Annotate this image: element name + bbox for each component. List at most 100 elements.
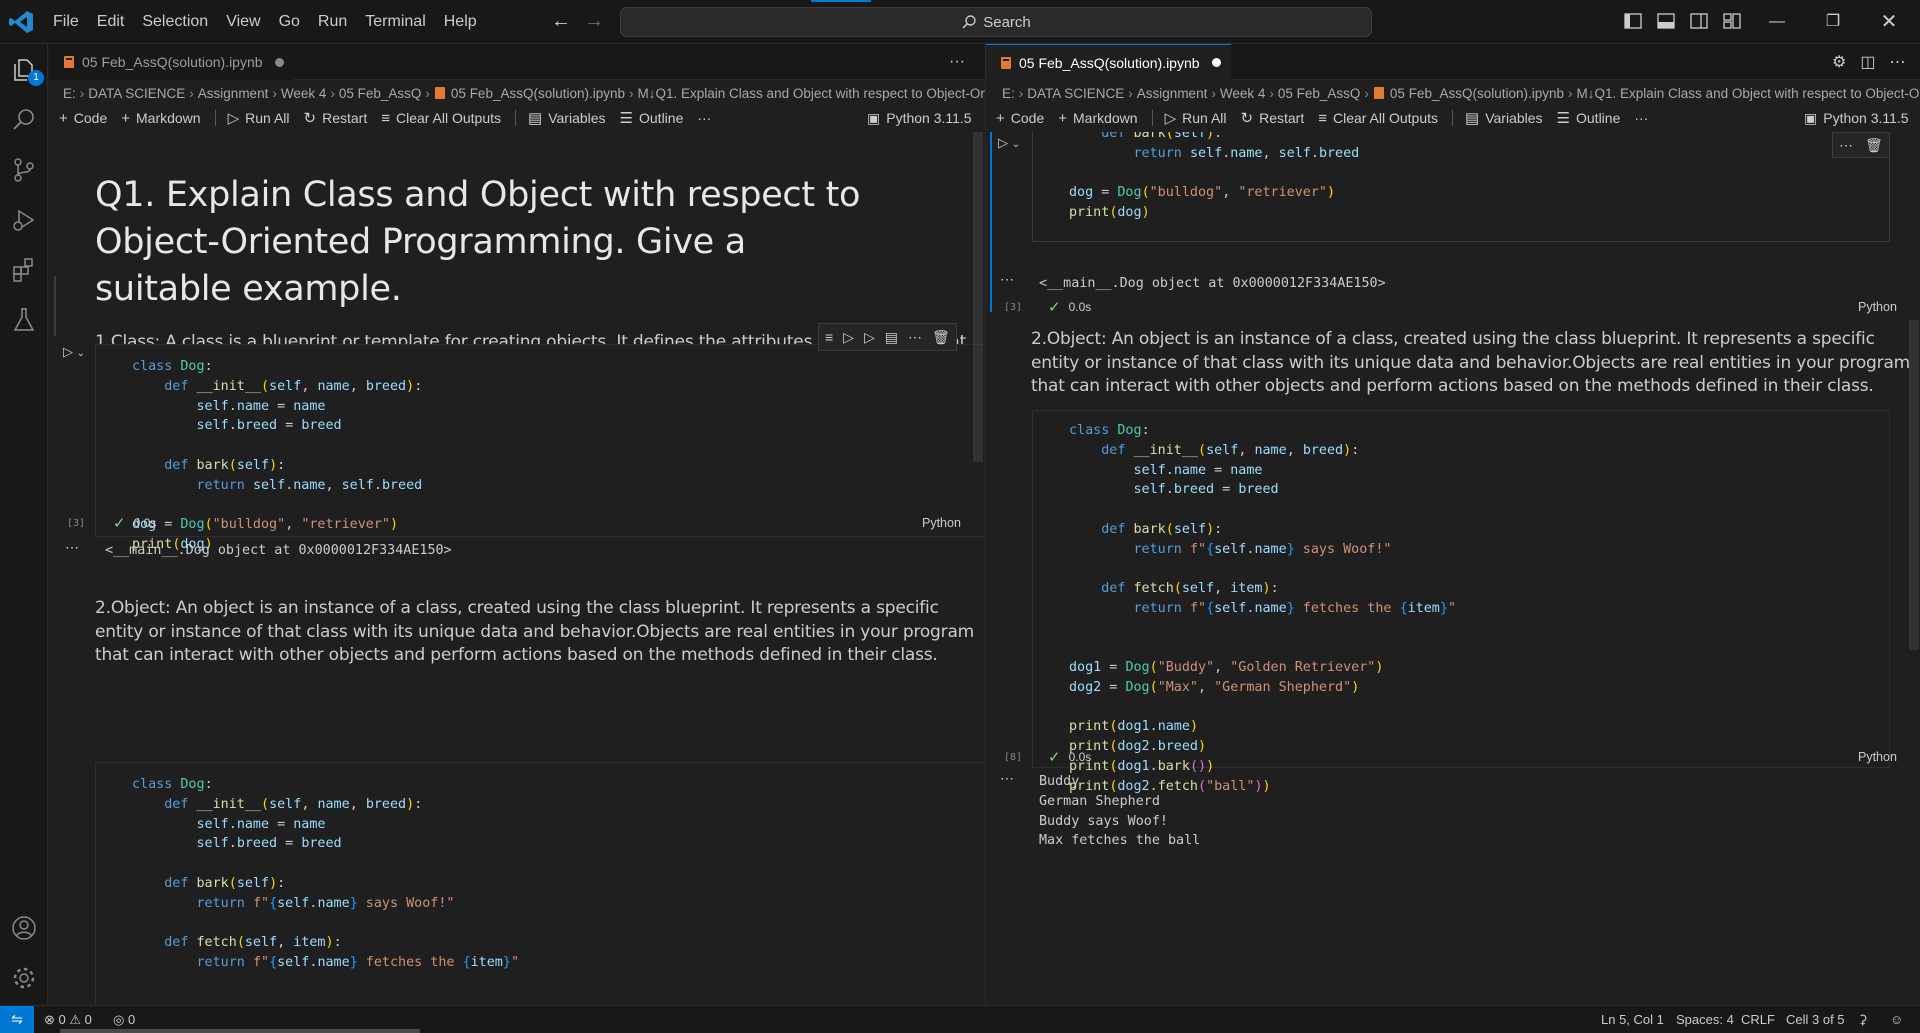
tab-notebook[interactable]: 05 Feb_AssQ(solution).ipynb bbox=[986, 44, 1231, 80]
menu-file[interactable]: File bbox=[44, 0, 88, 44]
breadcrumb-item[interactable]: 05 Feb_AssQ bbox=[339, 86, 422, 101]
breadcrumb-item[interactable]: DATA SCIENCE bbox=[1027, 86, 1124, 101]
kernel-picker[interactable]: ▣ Python 3.11.5 bbox=[867, 106, 972, 130]
delete-cell-icon[interactable]: 🗑 bbox=[1865, 137, 1883, 154]
toggle-primary-sidebar-icon[interactable] bbox=[1623, 11, 1643, 31]
remote-indicator-icon[interactable]: ⇋ bbox=[0, 1006, 34, 1033]
menu-terminal[interactable]: Terminal bbox=[356, 0, 434, 44]
toggle-panel-icon[interactable] bbox=[1656, 11, 1676, 31]
indentation[interactable]: Spaces: 4 bbox=[1676, 1006, 1734, 1033]
cell-indicator[interactable]: Cell 3 of 5 bbox=[1786, 1006, 1845, 1033]
breadcrumb-item[interactable]: Week 4 bbox=[1220, 86, 1266, 101]
testing-flask-icon[interactable] bbox=[10, 306, 38, 334]
cell-more-icon[interactable]: ⋯ bbox=[908, 329, 922, 346]
restart-button[interactable]: ↻ Restart bbox=[304, 109, 368, 127]
clear-all-outputs-button[interactable]: ≡ Clear All Outputs bbox=[381, 110, 501, 127]
unsaved-dot-icon[interactable] bbox=[1211, 58, 1221, 67]
breadcrumb-item[interactable]: 05 Feb_AssQ bbox=[1278, 86, 1361, 101]
accounts-icon[interactable] bbox=[10, 914, 38, 942]
run-cell-button[interactable]: ▷ ⌄ bbox=[998, 135, 1028, 155]
output-more-icon[interactable]: ⋯ bbox=[1000, 770, 1014, 787]
breadcrumb-item[interactable]: E: bbox=[1002, 86, 1015, 101]
toggle-secondary-sidebar-icon[interactable] bbox=[1689, 11, 1709, 31]
breadcrumb-item[interactable]: Week 4 bbox=[281, 86, 327, 101]
output-more-icon[interactable]: ⋯ bbox=[1000, 271, 1014, 288]
execute-above-icon[interactable]: ▷ bbox=[843, 329, 854, 346]
add-code-button[interactable]: + Code bbox=[59, 110, 107, 127]
breadcrumb-item[interactable]: E: bbox=[63, 86, 76, 101]
add-markdown-button[interactable]: + Markdown bbox=[1058, 110, 1137, 127]
split-editor-icon[interactable]: ◫ bbox=[1860, 52, 1875, 72]
output-more-icon[interactable]: ⋯ bbox=[65, 539, 79, 556]
run-debug-icon[interactable] bbox=[10, 206, 38, 234]
cursor-position[interactable]: Ln 5, Col 1 bbox=[1601, 1006, 1664, 1033]
code-cell[interactable]: class Dog: def __init__(self, name, bree… bbox=[95, 762, 985, 1005]
run-cell-button[interactable]: ▷ ⌄ bbox=[63, 344, 93, 364]
menu-go[interactable]: Go bbox=[270, 0, 309, 44]
copilot-icon[interactable]: ☺ bbox=[1890, 1006, 1903, 1033]
customize-layout-icon[interactable] bbox=[1722, 11, 1742, 31]
code-cell[interactable]: class Dog: def __init__(self, name, bree… bbox=[1032, 410, 1890, 794]
more-actions-icon[interactable]: ··· bbox=[949, 44, 965, 80]
breadcrumb-item[interactable]: 05 Feb_AssQ(solution).ipynb bbox=[1390, 86, 1564, 101]
code-editor[interactable]: class Dog: def __init__(self, name, bree… bbox=[132, 357, 422, 555]
variables-button[interactable]: ▤ Variables bbox=[528, 109, 606, 127]
menu-help[interactable]: Help bbox=[435, 0, 486, 44]
command-center-search[interactable]: Search bbox=[620, 7, 1372, 37]
cell-language[interactable]: Python bbox=[1858, 300, 1897, 314]
unsaved-dot-icon[interactable] bbox=[274, 57, 284, 67]
notifications-bell-icon[interactable]: ⚳ bbox=[1858, 1006, 1868, 1033]
settings-gear-icon[interactable] bbox=[10, 964, 38, 992]
execute-below-icon[interactable]: ▷ bbox=[864, 329, 875, 346]
forward-arrow-icon[interactable]: → bbox=[583, 10, 605, 32]
kernel-picker[interactable]: ▣ Python 3.11.5 bbox=[1804, 106, 1909, 130]
breadcrumb-item[interactable]: M↓Q1. Explain Class and Object with resp… bbox=[638, 86, 985, 101]
code-editor[interactable]: class Dog: def __init__(self, name, bree… bbox=[1069, 421, 1456, 796]
outline-button[interactable]: ☰ Outline bbox=[620, 109, 684, 127]
menu-selection[interactable]: Selection bbox=[133, 0, 217, 44]
breadcrumb-item[interactable]: DATA SCIENCE bbox=[88, 86, 185, 101]
minimize-button[interactable]: — bbox=[1754, 6, 1800, 38]
vertical-scrollbar[interactable] bbox=[1909, 320, 1919, 650]
chevron-right-icon: › bbox=[1568, 85, 1573, 101]
horizontal-scrollbar[interactable] bbox=[60, 1029, 420, 1033]
toolbar-more-button[interactable]: ··· bbox=[697, 110, 711, 126]
close-window-button[interactable]: ✕ bbox=[1866, 6, 1912, 38]
split-cell-icon[interactable]: ▤ bbox=[885, 329, 898, 346]
run-by-line-icon[interactable]: ≡ bbox=[825, 329, 833, 345]
outline-button[interactable]: ☰ Outline bbox=[1557, 109, 1621, 127]
more-actions-icon[interactable]: ⋯ bbox=[1889, 52, 1905, 72]
breadcrumb-item[interactable]: M↓Q1. Explain Class and Object with resp… bbox=[1577, 86, 1920, 101]
vertical-scrollbar[interactable] bbox=[973, 132, 983, 462]
toolbar-more-button[interactable]: ··· bbox=[1634, 110, 1648, 126]
back-arrow-icon[interactable]: ← bbox=[550, 10, 572, 32]
variables-button[interactable]: ▤ Variables bbox=[1465, 109, 1543, 127]
search-view-icon[interactable] bbox=[10, 106, 38, 134]
run-all-button[interactable]: ▷ Run All bbox=[1165, 109, 1227, 127]
code-cell[interactable]: class Dog: def __init__(self, name, bree… bbox=[1032, 132, 1890, 242]
delete-cell-icon[interactable]: 🗑 bbox=[932, 329, 950, 346]
add-code-button[interactable]: + Code bbox=[996, 110, 1044, 127]
notebook-settings-gear-icon[interactable]: ⚙ bbox=[1832, 52, 1846, 72]
extensions-icon[interactable] bbox=[10, 256, 38, 284]
restore-button[interactable]: ❐ bbox=[1810, 6, 1856, 38]
clear-all-outputs-button[interactable]: ≡ Clear All Outputs bbox=[1318, 110, 1438, 127]
menu-edit[interactable]: Edit bbox=[88, 0, 134, 44]
cell-language[interactable]: Python bbox=[1858, 750, 1897, 764]
breadcrumb-item[interactable]: 05 Feb_AssQ(solution).ipynb bbox=[451, 86, 625, 101]
restart-button[interactable]: ↻ Restart bbox=[1241, 109, 1305, 127]
cell-more-icon[interactable]: ⋯ bbox=[1839, 137, 1853, 154]
breadcrumb-item[interactable]: Assignment bbox=[1137, 86, 1208, 101]
run-all-button[interactable]: ▷ Run All bbox=[228, 109, 290, 127]
menu-run[interactable]: Run bbox=[309, 0, 356, 44]
code-cell[interactable]: class Dog: def __init__(self, name, bree… bbox=[95, 323, 985, 552]
code-editor[interactable]: class Dog: def __init__(self, name, bree… bbox=[132, 775, 519, 973]
code-editor[interactable]: class Dog: def __init__(self, name, bree… bbox=[1069, 132, 1359, 223]
menu-view[interactable]: View bbox=[217, 0, 269, 44]
end-of-line[interactable]: CRLF bbox=[1741, 1006, 1775, 1033]
add-markdown-button[interactable]: + Markdown bbox=[121, 110, 200, 127]
cell-language[interactable]: Python bbox=[922, 516, 961, 530]
breadcrumb-item[interactable]: Assignment bbox=[198, 86, 269, 101]
source-control-icon[interactable] bbox=[10, 156, 38, 184]
tab-notebook[interactable]: 05 Feb_AssQ(solution).ipynb bbox=[49, 44, 294, 80]
